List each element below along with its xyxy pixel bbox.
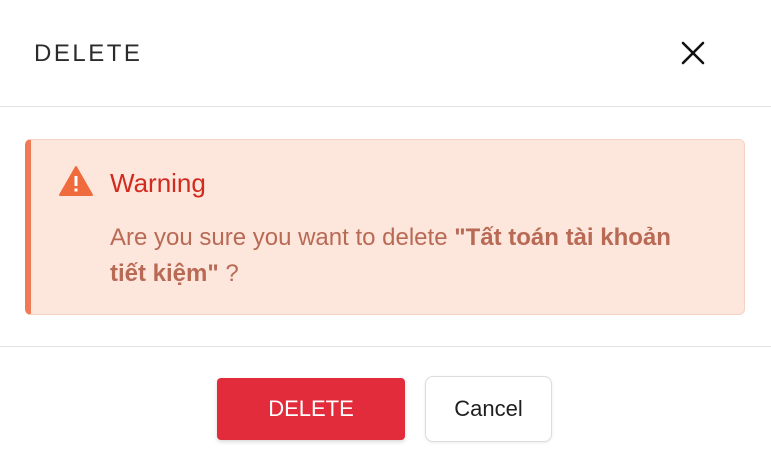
warning-triangle-icon — [58, 165, 94, 197]
delete-button[interactable]: DELETE — [217, 378, 405, 440]
dialog-footer: DELETE Cancel — [0, 347, 771, 451]
dialog-header: DELETE — [0, 0, 771, 107]
warning-message: Are you sure you want to delete "Tất toá… — [110, 220, 710, 292]
dialog-body: Warning Are you sure you want to delete … — [0, 107, 771, 347]
warning-alert: Warning Are you sure you want to delete … — [25, 139, 745, 315]
message-suffix: ? — [218, 260, 239, 287]
delete-dialog: DELETE Warning Are you sure you want to … — [0, 0, 771, 451]
cancel-button[interactable]: Cancel — [425, 376, 552, 442]
close-icon[interactable] — [678, 38, 708, 68]
warning-title: Warning — [110, 168, 206, 198]
dialog-title: DELETE — [34, 40, 143, 67]
message-prefix: Are you sure you want to delete — [110, 224, 455, 251]
